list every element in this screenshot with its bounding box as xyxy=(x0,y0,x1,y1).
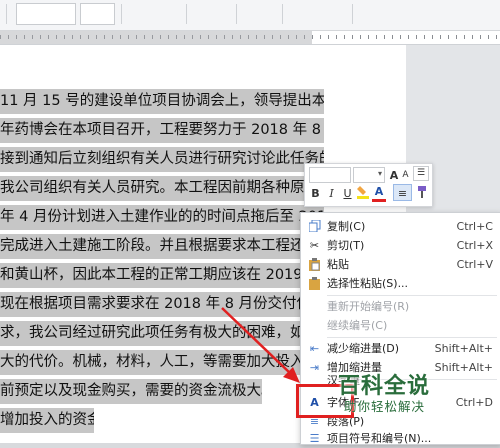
watermark: 百科全说 助你轻松解决 xyxy=(338,368,478,416)
watermark-subtitle: 助你轻松解决 xyxy=(344,399,426,414)
